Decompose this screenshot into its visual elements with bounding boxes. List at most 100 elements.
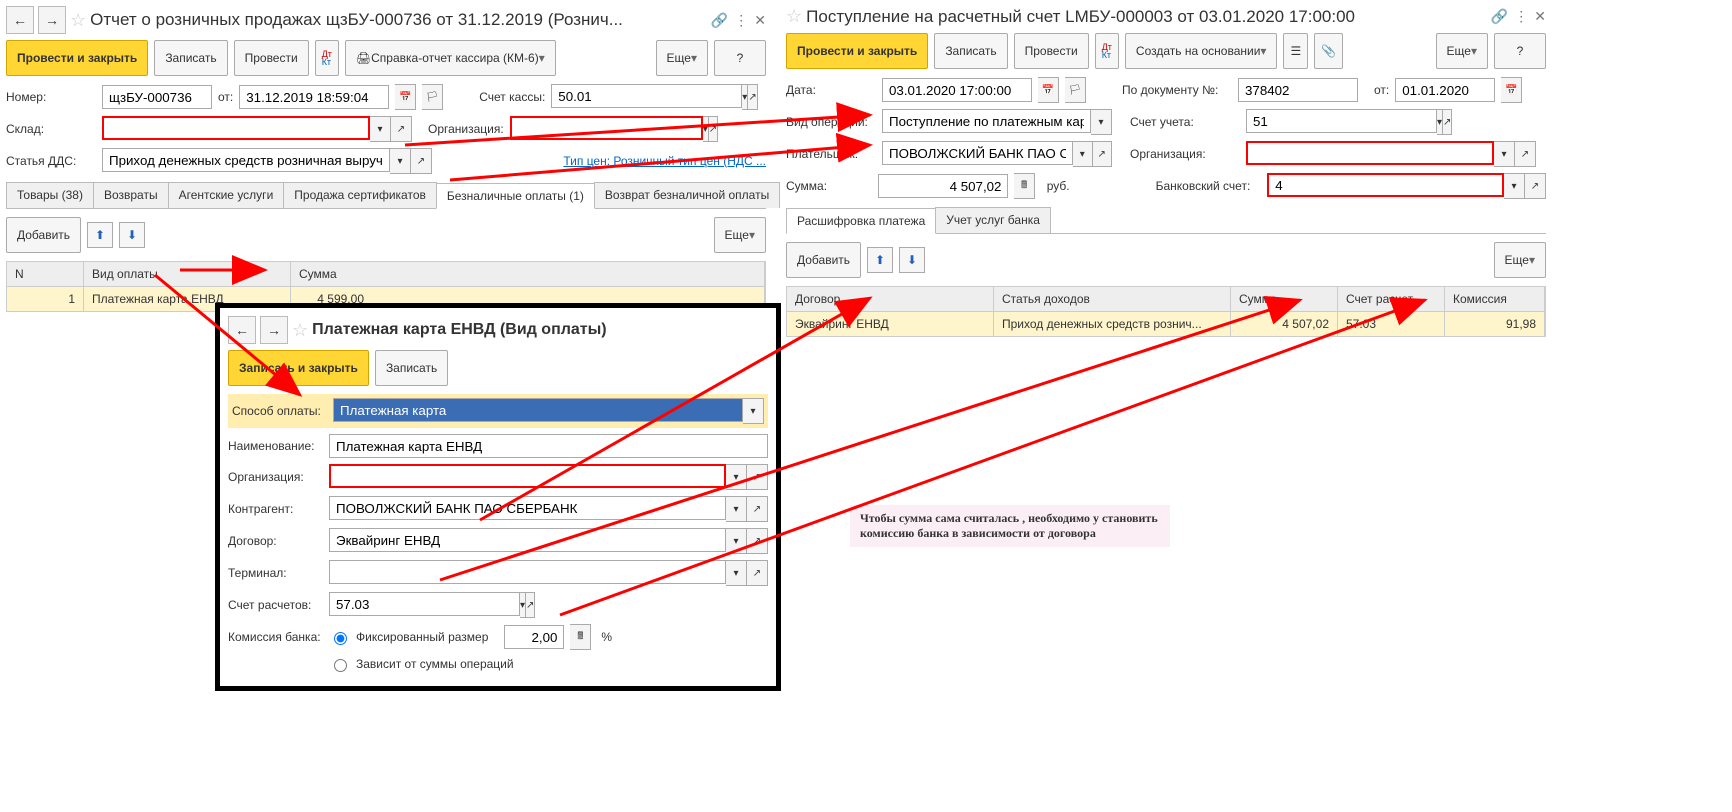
open-icon[interactable]: ↗ xyxy=(1525,173,1546,199)
open-icon[interactable]: ↗ xyxy=(747,528,768,554)
more-button[interactable]: Еще xyxy=(656,40,708,76)
warehouse-input[interactable] xyxy=(102,116,370,140)
save-button[interactable]: Записать xyxy=(934,33,1007,69)
cash-input[interactable] xyxy=(551,84,742,108)
add-button[interactable]: Добавить xyxy=(6,217,81,253)
add-button[interactable]: Добавить xyxy=(786,242,861,278)
favorite-icon[interactable]: ☆ xyxy=(292,320,308,341)
open-icon[interactable]: ↗ xyxy=(1515,141,1536,167)
tab-agent[interactable]: Агентские услуги xyxy=(168,182,285,208)
post-button[interactable]: Провести xyxy=(1014,33,1089,69)
calendar-icon[interactable]: 📅 xyxy=(1038,77,1059,103)
tab-cashless-return[interactable]: Возврат безналичной оплаты xyxy=(594,182,780,208)
back-button[interactable]: ← xyxy=(228,316,256,344)
move-up-button[interactable]: ⬆ xyxy=(867,247,893,273)
post-and-close-button[interactable]: Провести и закрыть xyxy=(786,33,928,69)
comm-input[interactable] xyxy=(504,625,564,649)
help-button[interactable]: ? xyxy=(714,40,766,76)
table-row[interactable]: Эквайринг ЕНВД Приход денежных средств р… xyxy=(786,312,1546,337)
date-input[interactable] xyxy=(239,85,389,109)
sum-input[interactable] xyxy=(878,174,1008,198)
tab-cashless[interactable]: Безналичные оплаты (1) xyxy=(436,183,595,209)
open-icon[interactable]: ↗ xyxy=(526,592,535,618)
dropdown-icon[interactable]: ▾ xyxy=(370,116,391,142)
dropdown-icon[interactable]: ▾ xyxy=(1494,141,1515,167)
close-icon[interactable]: ✕ xyxy=(754,12,766,29)
dropdown-icon[interactable]: ▾ xyxy=(726,528,747,554)
dropdown-icon[interactable]: ▾ xyxy=(743,398,764,424)
move-down-button[interactable]: ⬇ xyxy=(899,247,925,273)
bank-input[interactable] xyxy=(1267,173,1504,197)
dtkt-button[interactable]: ДтКт xyxy=(315,40,339,76)
favorite-icon[interactable]: ☆ xyxy=(786,6,802,27)
print-button[interactable]: 🖨 Справка-отчет кассира (КМ-6) xyxy=(345,40,556,76)
dropdown-icon[interactable]: ▾ xyxy=(726,560,747,586)
more-button[interactable]: Еще xyxy=(1494,242,1546,278)
calendar-icon[interactable]: 📅 xyxy=(1501,77,1522,103)
link-icon[interactable]: 🔗 xyxy=(711,12,728,29)
favorite-icon[interactable]: ☆ xyxy=(70,10,86,31)
post-and-close-button[interactable]: Провести и закрыть xyxy=(6,40,148,76)
doc-input[interactable] xyxy=(1238,78,1358,102)
create-based-button[interactable]: Создать на основании xyxy=(1125,33,1278,69)
open-icon[interactable]: ↗ xyxy=(748,84,757,110)
method-input[interactable] xyxy=(333,398,743,422)
open-icon[interactable]: ↗ xyxy=(1443,109,1452,135)
open-icon[interactable]: ↗ xyxy=(391,116,412,142)
open-icon[interactable]: ↗ xyxy=(1093,141,1113,167)
calendar-icon[interactable]: 📅 xyxy=(395,84,416,110)
dropdown-icon[interactable]: ▾ xyxy=(1073,141,1093,167)
tab-goods[interactable]: Товары (38) xyxy=(6,182,94,208)
dropdown-icon[interactable]: ▾ xyxy=(1504,173,1525,199)
dtkt-button[interactable]: ДтКт xyxy=(1095,33,1119,69)
more-button[interactable]: Еще xyxy=(1436,33,1488,69)
number-input[interactable] xyxy=(102,85,212,109)
op-input[interactable] xyxy=(882,109,1091,133)
from-input[interactable] xyxy=(1395,78,1495,102)
tab-decode[interactable]: Расшифровка платежа xyxy=(786,208,936,234)
ctr-input[interactable] xyxy=(329,496,726,520)
tab-bank-services[interactable]: Учет услуг банка xyxy=(935,207,1051,233)
move-down-button[interactable]: ⬇ xyxy=(119,222,145,248)
move-up-button[interactable]: ⬆ xyxy=(87,222,113,248)
calc-icon[interactable]: 🖩 xyxy=(1014,173,1034,199)
close-icon[interactable]: ✕ xyxy=(1534,8,1546,25)
tab-returns[interactable]: Возвраты xyxy=(93,182,169,208)
open-icon[interactable]: ↗ xyxy=(747,560,768,586)
contract-input[interactable] xyxy=(329,528,726,552)
dropdown-icon[interactable]: ▾ xyxy=(726,464,747,490)
list-icon[interactable]: ☰ xyxy=(1283,33,1308,69)
dropdown-icon[interactable]: ▾ xyxy=(1091,109,1112,135)
dropdown-icon[interactable]: ▾ xyxy=(390,148,411,174)
flag-icon[interactable]: 🏳 xyxy=(422,84,443,110)
more-button[interactable]: Еще xyxy=(714,217,766,253)
radio-fixed[interactable]: Фиксированный размер xyxy=(329,629,488,645)
date-input[interactable] xyxy=(882,78,1032,102)
open-icon[interactable]: ↗ xyxy=(747,464,768,490)
open-icon[interactable]: ↗ xyxy=(709,116,718,142)
org-input[interactable] xyxy=(1246,141,1494,165)
price-type-link[interactable]: Тип цен: Розничный тип цен (НДС ... xyxy=(563,154,766,168)
kebab-icon[interactable]: ⋮ xyxy=(1514,8,1528,25)
clip-icon[interactable]: 📎 xyxy=(1314,33,1343,69)
save-close-button[interactable]: Записать и закрыть xyxy=(228,350,369,386)
help-button[interactable]: ? xyxy=(1494,33,1546,69)
save-button[interactable]: Записать xyxy=(375,350,448,386)
link-icon[interactable]: 🔗 xyxy=(1491,8,1508,25)
forward-button[interactable]: → xyxy=(260,316,288,344)
org-input[interactable] xyxy=(510,116,703,140)
flag-icon[interactable]: 🏳 xyxy=(1065,77,1086,103)
org-input[interactable] xyxy=(329,464,726,488)
payer-input[interactable] xyxy=(882,141,1073,165)
open-icon[interactable]: ↗ xyxy=(411,148,432,174)
kebab-icon[interactable]: ⋮ xyxy=(734,12,748,29)
acct-input[interactable] xyxy=(329,592,520,616)
acct-input[interactable] xyxy=(1246,109,1437,133)
dds-input[interactable] xyxy=(102,148,390,172)
open-icon[interactable]: ↗ xyxy=(747,496,768,522)
calc-icon[interactable]: 🖩 xyxy=(570,624,591,650)
post-button[interactable]: Провести xyxy=(234,40,309,76)
terminal-input[interactable] xyxy=(329,560,726,584)
dropdown-icon[interactable]: ▾ xyxy=(726,496,747,522)
radio-depends[interactable]: Зависит от суммы операций xyxy=(329,656,514,672)
